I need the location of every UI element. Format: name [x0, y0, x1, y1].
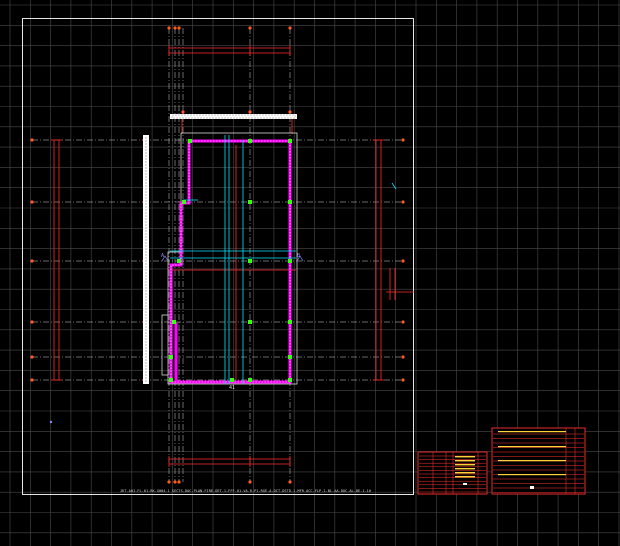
cad-model-space[interactable]	[0, 0, 620, 546]
axis-label-a: A	[161, 253, 165, 259]
dimension-lines	[51, 45, 414, 467]
axis-label-b: B	[297, 253, 301, 259]
title-block-right[interactable]	[491, 427, 586, 495]
level-mark: 41	[229, 385, 236, 391]
walls	[169, 139, 292, 384]
left-wall-strip	[143, 135, 149, 384]
vertical-axes	[168, 28, 291, 482]
drawing-caption: JKT-A01-FL-01-RK-G004-1 SECTS-DOC-PLAN-F…	[120, 489, 371, 493]
top-beam	[170, 114, 297, 119]
title-block-left[interactable]	[417, 451, 488, 495]
horizontal-axes	[32, 139, 403, 381]
axis-bubbles	[30, 26, 405, 484]
highlight-lines	[170, 135, 397, 384]
node-markers	[169, 139, 292, 382]
stray-point	[49, 420, 53, 424]
